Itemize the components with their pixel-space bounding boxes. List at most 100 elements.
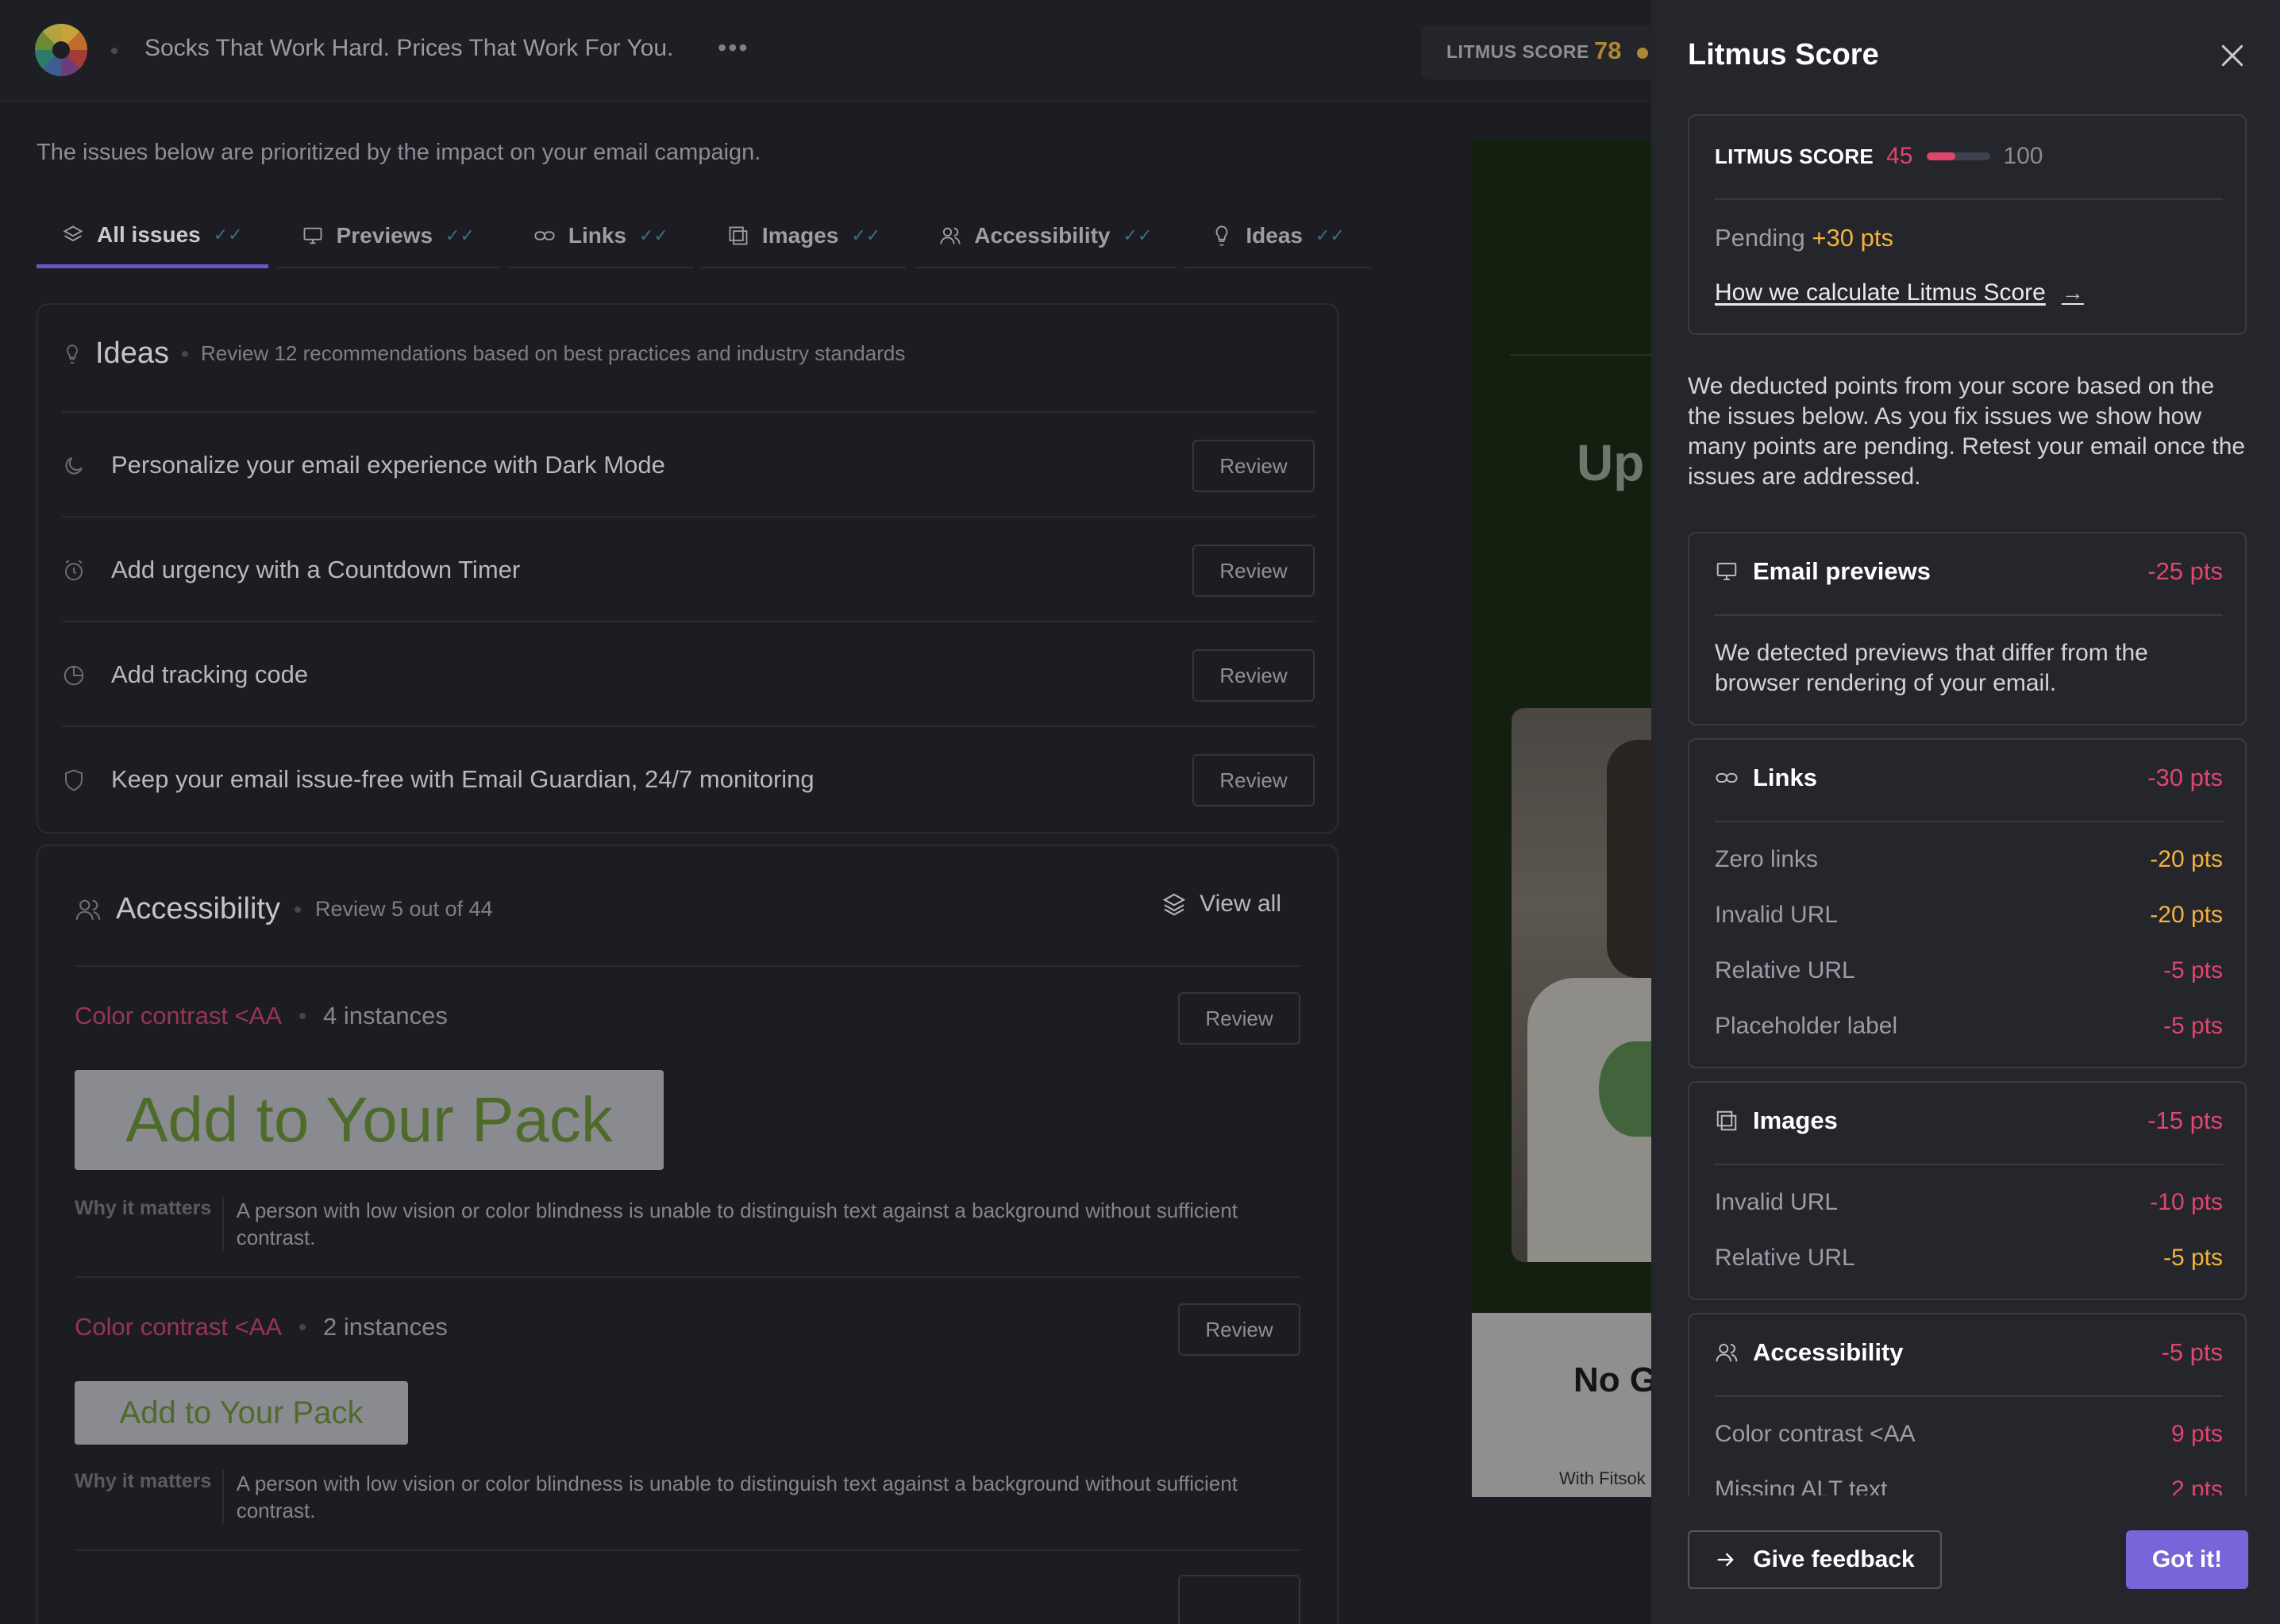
- view-all-button[interactable]: View all: [1161, 891, 1281, 918]
- pending-points: Pending +30 pts: [1715, 224, 1893, 252]
- issue-instances: 4 instances: [323, 1002, 448, 1029]
- check-icon: ✓✓: [445, 225, 475, 245]
- ideas-card: Ideas Review 12 recommendations based on…: [37, 303, 1338, 833]
- litmus-logo[interactable]: [35, 24, 87, 76]
- users-icon: [75, 899, 101, 920]
- arrow-right-icon: →: [2061, 280, 2084, 305]
- accessibility-subtitle: Review 5 out of 44: [314, 897, 493, 921]
- review-button[interactable]: Review: [1192, 440, 1315, 492]
- check-icon: ✓✓: [213, 224, 243, 244]
- deduction-name: Invalid URL: [1715, 902, 1839, 928]
- why-label: Why it matters: [75, 1197, 224, 1251]
- score-summary: LITMUS SCORE 45 100 Pending +30 pts How …: [1688, 114, 2247, 335]
- score-max: 100: [2003, 143, 2043, 169]
- tab-links[interactable]: Links ✓✓: [507, 205, 694, 268]
- monitor-icon: [303, 227, 322, 244]
- idea-row: Keep your email issue-free with Email Gu…: [62, 725, 1315, 830]
- idea-text: Keep your email issue-free with Email Gu…: [111, 765, 815, 793]
- photo-detail: [1607, 740, 1651, 978]
- preview-heading: Up: [1577, 434, 1645, 491]
- idea-text: Add urgency with a Countdown Timer: [111, 556, 521, 583]
- idea-text: Add tracking code: [111, 660, 309, 688]
- give-feedback-button[interactable]: Give feedback: [1688, 1530, 1942, 1589]
- issue-title: Color contrast <AA 2 instances: [75, 1313, 448, 1341]
- tab-all-issues[interactable]: All issues ✓✓: [37, 205, 268, 268]
- divider: [1715, 821, 2223, 822]
- deduction-item: Relative URL -5 pts: [1715, 1245, 2223, 1272]
- why-text: A person with low vision or color blindn…: [236, 1199, 1238, 1249]
- deduction-item: Placeholder label -5 pts: [1715, 1013, 2223, 1040]
- deduction-item: Relative URL -5 pts: [1715, 957, 2223, 984]
- deduction-name: Color contrast <AA: [1715, 1421, 1916, 1447]
- breadcrumb-separator: [111, 48, 117, 54]
- score-progress-bar: [1927, 152, 1991, 160]
- litmus-score-panel: Litmus Score LITMUS SCORE 45 100 Pending…: [1651, 0, 2280, 1624]
- category-accessibility[interactable]: Accessibility -5 pts Color contrast <AA …: [1688, 1313, 2247, 1503]
- check-icon: ✓✓: [639, 225, 668, 245]
- divider: [75, 1549, 1300, 1551]
- deduction-name: Invalid URL: [1715, 1189, 1839, 1215]
- images-icon: [1716, 1110, 1737, 1131]
- preview-footer-block: No G With Fitsok: [1472, 1313, 1651, 1497]
- deduction-name: Relative URL: [1715, 1245, 1855, 1271]
- tab-accessibility[interactable]: Accessibility ✓✓: [914, 205, 1178, 268]
- campaign-title: Socks That Work Hard. Prices That Work F…: [144, 35, 674, 61]
- panel-title: Litmus Score: [1688, 38, 1879, 71]
- alarm-icon: [65, 560, 83, 581]
- score-progress-fill: [1927, 152, 1956, 160]
- layers-icon: [63, 225, 83, 241]
- deduction-name: Zero links: [1715, 846, 1819, 872]
- category-name: Accessibility: [1753, 1338, 1904, 1366]
- pending-value: +30 pts: [1812, 224, 1893, 252]
- link-icon: [1716, 773, 1738, 783]
- why-text: A person with low vision or color blindn…: [236, 1472, 1238, 1522]
- review-button[interactable]: Review: [1192, 545, 1315, 597]
- preview-bottom-text: With Fitsok: [1559, 1468, 1646, 1488]
- give-feedback-label: Give feedback: [1753, 1546, 1915, 1572]
- shield-icon: [65, 769, 83, 791]
- score-chip[interactable]: LITMUS SCORE 78: [1421, 25, 1651, 79]
- category-links[interactable]: Links -30 pts Zero links -20 pts Invalid…: [1688, 738, 2247, 1068]
- email-preview[interactable]: Up No G With Fitsok: [1472, 140, 1651, 1497]
- close-icon[interactable]: [2216, 40, 2248, 71]
- more-options-icon[interactable]: •••: [718, 33, 749, 63]
- how-we-calculate-link[interactable]: How we calculate Litmus Score →: [1715, 279, 2084, 306]
- review-button[interactable]: Review: [1178, 992, 1300, 1045]
- tab-images[interactable]: Images ✓✓: [701, 205, 907, 268]
- review-button[interactable]: [1178, 1575, 1300, 1624]
- tab-label: Previews: [336, 223, 433, 248]
- category-email-previews[interactable]: Email previews -25 pts We detected previ…: [1688, 532, 2247, 725]
- images-icon: [729, 226, 748, 245]
- got-it-button[interactable]: Got it!: [2126, 1530, 2248, 1589]
- lightbulb-icon: [1216, 225, 1228, 246]
- pending-label: Pending: [1715, 224, 1805, 252]
- idea-text: Personalize your email experience with D…: [111, 451, 665, 479]
- preview-bottom-heading: No G: [1573, 1360, 1651, 1399]
- tab-ideas[interactable]: Ideas ✓✓: [1185, 205, 1370, 268]
- deduction-points: 9 pts: [2170, 1421, 2223, 1447]
- ideas-title: Ideas: [95, 337, 169, 370]
- users-icon: [940, 227, 961, 244]
- category-header: Accessibility -5 pts: [1715, 1338, 2223, 1367]
- category-name: Images: [1753, 1106, 1838, 1134]
- category-description: We detected previews that differ from th…: [1715, 640, 2148, 696]
- review-button[interactable]: Review: [1192, 754, 1315, 806]
- tab-label: Ideas: [1246, 223, 1303, 248]
- category-header: Links -30 pts: [1715, 764, 2223, 792]
- separator-dot: [181, 350, 188, 357]
- check-icon: ✓✓: [851, 225, 881, 245]
- review-button[interactable]: Review: [1178, 1303, 1300, 1356]
- issue-title: Color contrast <AA 4 instances: [75, 1002, 448, 1030]
- category-points: -30 pts: [2147, 764, 2223, 791]
- moon-icon: [65, 457, 83, 475]
- tab-previews[interactable]: Previews ✓✓: [275, 205, 500, 268]
- tab-label: Links: [568, 223, 627, 248]
- score-chip-dot: [1637, 48, 1648, 59]
- category-images[interactable]: Images -15 pts Invalid URL -10 pts Relat…: [1688, 1081, 2247, 1300]
- review-button[interactable]: Review: [1192, 649, 1315, 702]
- deduction-points: -20 pts: [2150, 902, 2223, 928]
- contrast-sample: Add to Your Pack: [75, 1070, 664, 1170]
- tab-label: Accessibility: [974, 223, 1111, 248]
- score-chip-label: LITMUS SCORE: [1446, 41, 1589, 62]
- idea-row: Add tracking code Review: [62, 621, 1315, 725]
